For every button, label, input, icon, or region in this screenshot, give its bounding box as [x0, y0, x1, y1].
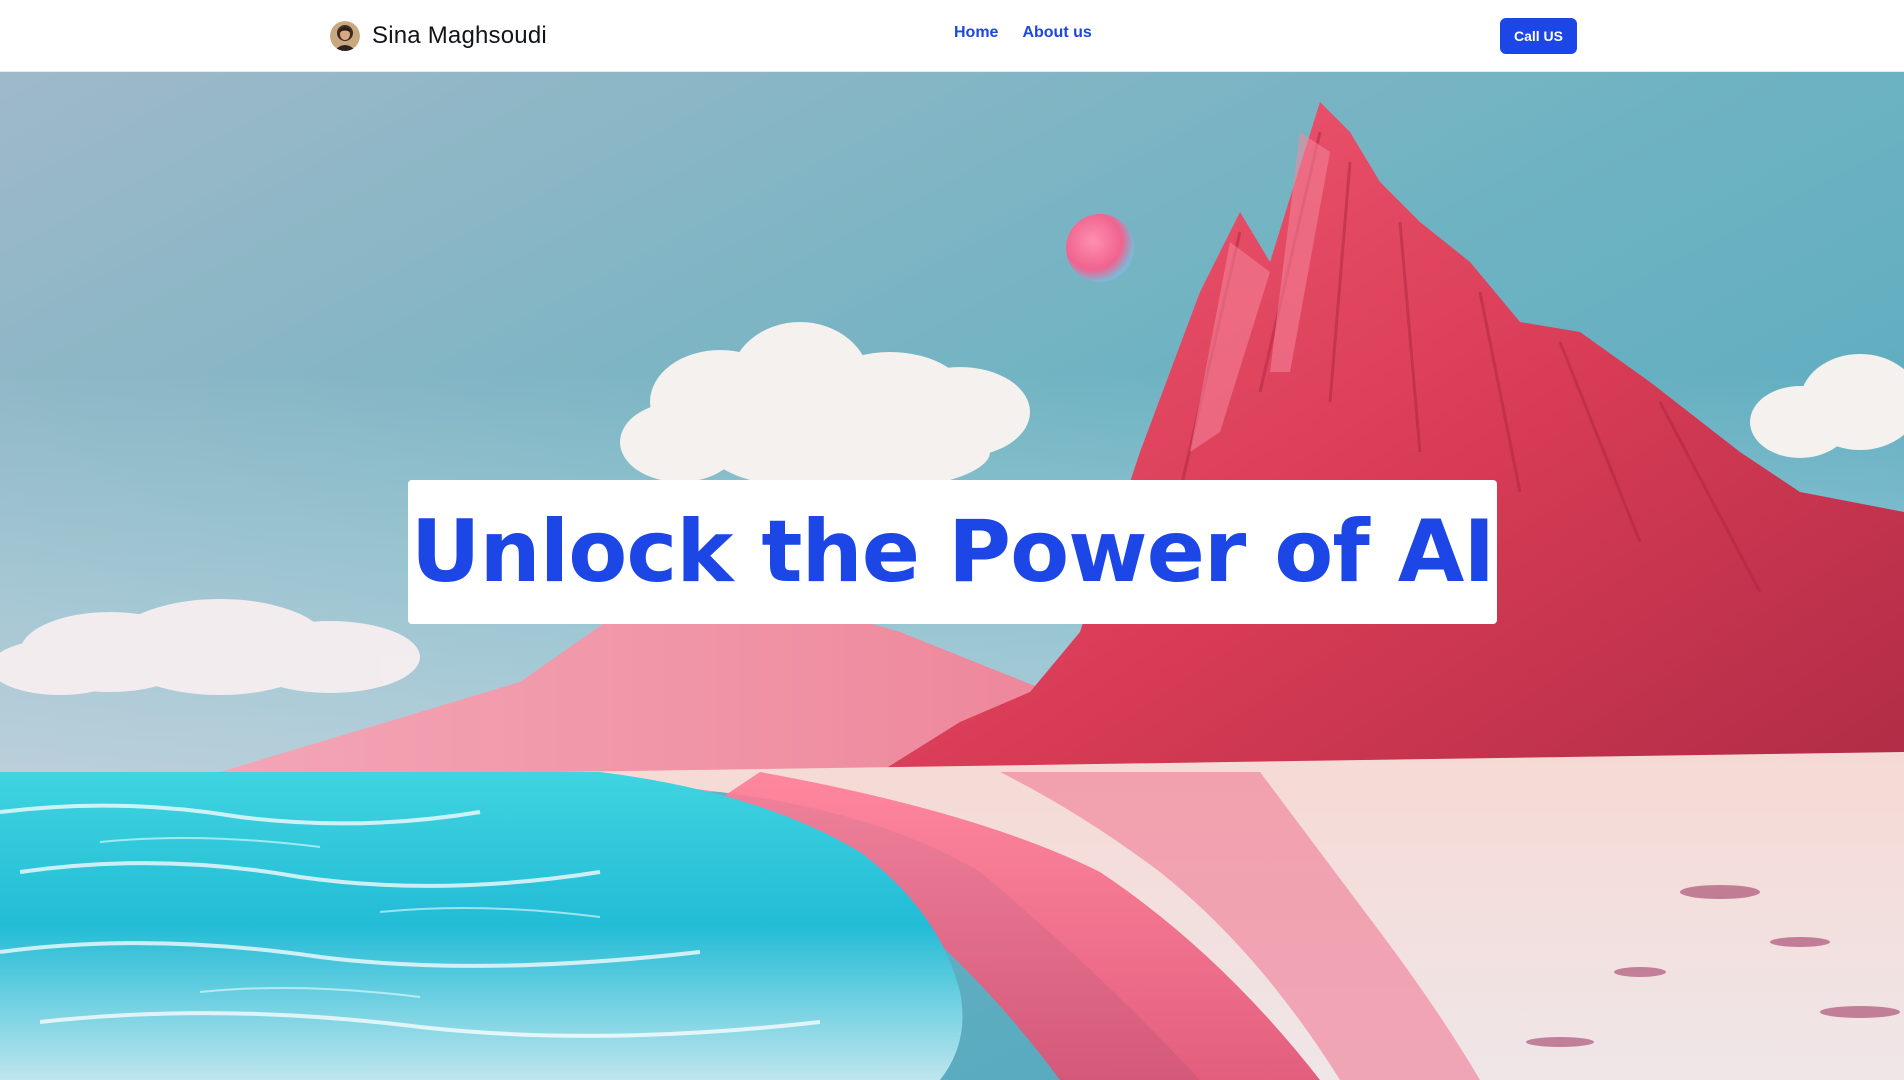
- hero-section: Unlock the Power of AI: [0, 72, 1904, 1080]
- avatar: [330, 21, 360, 51]
- brand-link[interactable]: Sina Maghsoudi: [330, 20, 547, 52]
- top-navbar: Sina Maghsoudi Home About us Call US: [0, 0, 1904, 72]
- hero-headline: Unlock the Power of AI: [410, 502, 1496, 602]
- call-us-button[interactable]: Call US: [1500, 18, 1577, 54]
- brand-name: Sina Maghsoudi: [372, 22, 547, 49]
- profile-avatar-icon: [330, 21, 360, 51]
- nav-about-us[interactable]: About us: [1022, 24, 1091, 42]
- nav-home[interactable]: Home: [954, 24, 998, 42]
- main-nav: Home About us: [954, 24, 1092, 42]
- headline-card: Unlock the Power of AI: [408, 480, 1497, 624]
